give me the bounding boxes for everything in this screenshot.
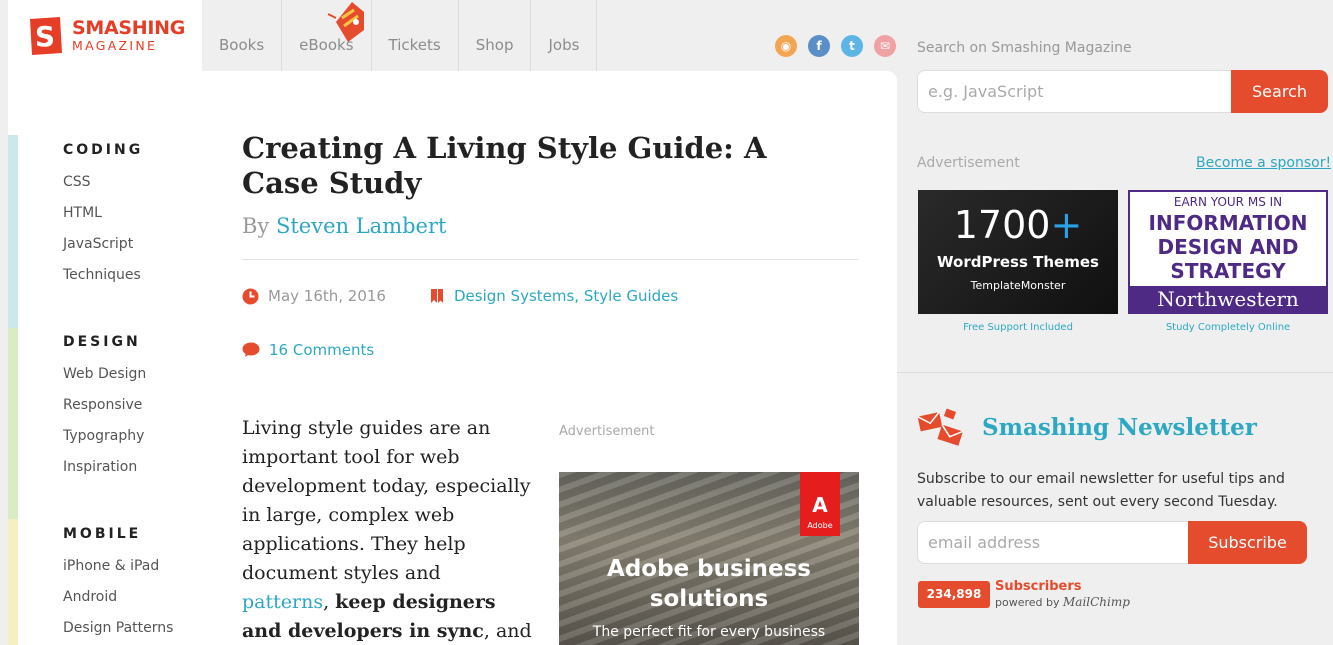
adobe-logo-text: Adobe	[807, 521, 833, 530]
comment-icon	[242, 342, 260, 357]
envelope-icon	[917, 408, 964, 446]
patterns-link[interactable]: patterns	[242, 591, 323, 613]
social-links: ◉ f t ✉	[775, 35, 896, 57]
date-text: May 16th, 2016	[268, 287, 386, 305]
northwestern-ad[interactable]: EARN YOUR MS IN INFORMATION DESIGN AND S…	[1128, 190, 1328, 314]
twitter-icon[interactable]: t	[841, 35, 863, 57]
author-link[interactable]: Steven Lambert	[276, 214, 446, 238]
article-date: May 16th, 2016	[242, 287, 386, 305]
category-link-css[interactable]: CSS	[63, 174, 91, 190]
ebooks-mascot-icon	[328, 2, 364, 42]
logo[interactable]: S SMASHING MAGAZINE	[8, 0, 202, 71]
ad-subline: The perfect fit for every business	[592, 624, 826, 640]
bookmark-icon	[431, 289, 443, 303]
powered-by: powered by MailChimp	[995, 595, 1130, 609]
article-tags: Design Systems, Style Guides	[429, 287, 678, 305]
email-input[interactable]	[917, 521, 1189, 564]
templatemonster-ad[interactable]: 1700+ WordPress Themes TemplateMonster	[918, 190, 1118, 314]
smashing-logo-icon: S	[30, 16, 62, 55]
nav-books[interactable]: Books	[202, 0, 283, 71]
advertisement-label: Advertisement	[559, 424, 655, 439]
ad1-plus: +	[1050, 203, 1083, 247]
ad2-caption[interactable]: Study Completely Online	[1128, 322, 1328, 333]
ad2-main: INFORMATION DESIGN AND STRATEGY	[1148, 211, 1308, 283]
byline-prefix: By	[242, 214, 270, 238]
category-heading-mobile[interactable]: MOBILE	[63, 526, 141, 542]
subscribe-button[interactable]: Subscribe	[1188, 521, 1307, 564]
category-link-inspiration[interactable]: Inspiration	[63, 459, 137, 475]
mailchimp-logo: MailChimp	[1063, 595, 1130, 609]
comments-link[interactable]: 16 Comments	[269, 341, 374, 359]
sidebar-divider	[897, 372, 1333, 373]
powered-by-text: powered by	[995, 596, 1060, 609]
adobe-logo: A Adobe	[800, 472, 840, 536]
search-input[interactable]	[917, 70, 1232, 113]
article-byline: By Steven Lambert	[242, 214, 446, 238]
design-color-bar	[8, 328, 18, 519]
sidebar-ad-label: Advertisement	[917, 155, 1020, 171]
category-heading-design[interactable]: DESIGN	[63, 334, 141, 350]
email-icon[interactable]: ✉	[874, 35, 896, 57]
ad1-product: WordPress Themes	[937, 253, 1099, 271]
body-tail: , and	[483, 620, 532, 642]
category-link-android[interactable]: Android	[63, 589, 117, 605]
article-body: Living style guides are an important too…	[242, 417, 532, 642]
search-label: Search on Smashing Magazine	[917, 40, 1132, 56]
coding-color-bar	[8, 135, 18, 328]
adobe-logo-glyph: A	[812, 493, 828, 517]
nav-shop[interactable]: Shop	[459, 0, 532, 71]
rss-icon[interactable]: ◉	[775, 35, 797, 57]
subscribers-label: Subscribers	[995, 579, 1082, 594]
logo-subtitle: MAGAZINE	[72, 37, 158, 53]
category-link-web-design[interactable]: Web Design	[63, 366, 146, 382]
category-heading-coding[interactable]: CODING	[63, 142, 143, 158]
logo-wordmark: SMASHING	[72, 16, 186, 39]
category-link-responsive[interactable]: Responsive	[63, 397, 142, 413]
newsletter-title: Smashing Newsletter	[982, 414, 1257, 441]
ad1-number: 1700+	[953, 203, 1083, 247]
category-link-javascript[interactable]: JavaScript	[63, 236, 133, 252]
header-divider	[242, 259, 859, 260]
nav-tickets[interactable]: Tickets	[372, 0, 459, 71]
clock-icon	[242, 288, 259, 304]
nav-jobs[interactable]: Jobs	[531, 0, 598, 71]
facebook-icon[interactable]: f	[808, 35, 830, 57]
mobile-color-bar	[8, 519, 18, 645]
tag-design-systems[interactable]: Design Systems	[454, 287, 574, 305]
category-link-iphone-ipad[interactable]: iPhone & iPad	[63, 558, 159, 574]
newsletter-description: Subscribe to our email newsletter for us…	[917, 471, 1285, 510]
tag-separator: ,	[574, 287, 580, 305]
subscriber-count-badge: 234,898	[918, 581, 990, 608]
article-title: Creating A Living Style Guide: A Case St…	[242, 131, 767, 200]
ad1-caption[interactable]: Free Support Included	[918, 322, 1118, 333]
top-navigation: Books eBooks Tickets Shop Jobs	[202, 0, 598, 71]
category-link-techniques[interactable]: Techniques	[63, 267, 141, 283]
ad1-brand: TemplateMonster	[970, 279, 1066, 292]
adobe-ad-banner[interactable]: A Adobe Adobe business solutions The per…	[559, 472, 859, 645]
body-intro: Living style guides are an important too…	[242, 417, 531, 584]
become-sponsor-link[interactable]: Become a sponsor!	[1196, 155, 1331, 171]
ad-headline: Adobe business solutions	[607, 556, 811, 612]
category-link-design-patterns[interactable]: Design Patterns	[63, 620, 173, 636]
search-button[interactable]: Search	[1231, 70, 1328, 113]
category-link-html[interactable]: HTML	[63, 205, 102, 221]
tag-style-guides[interactable]: Style Guides	[584, 287, 678, 305]
ad2-school: Northwestern	[1130, 286, 1326, 312]
article-comments: 16 Comments	[242, 341, 374, 359]
svg-text:S: S	[35, 20, 55, 53]
category-link-typography[interactable]: Typography	[63, 428, 144, 444]
ad2-top: EARN YOUR MS IN	[1173, 195, 1283, 209]
